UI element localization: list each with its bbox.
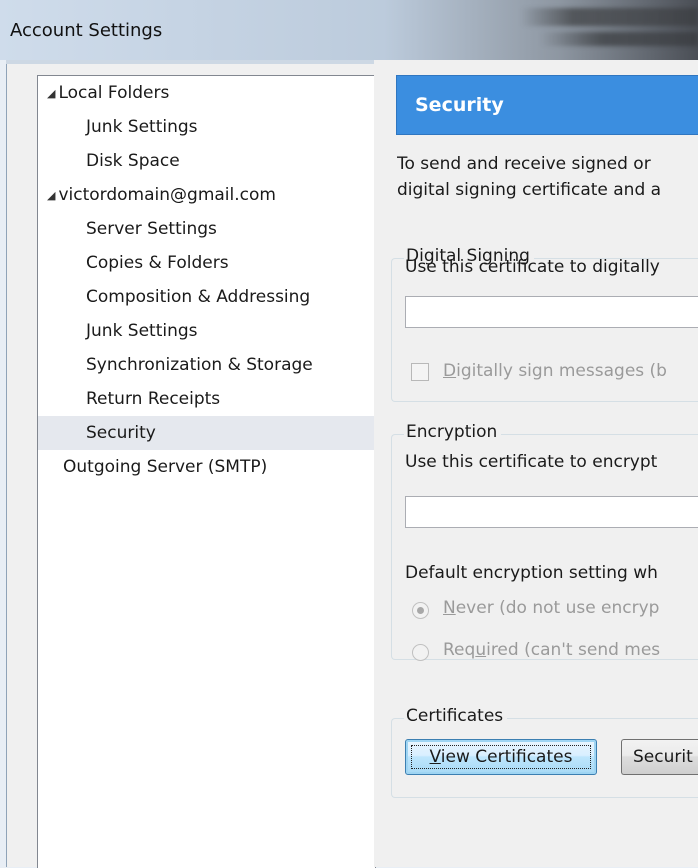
title-bar[interactable]: Account Settings bbox=[0, 0, 698, 60]
required-encrypt-label: Required (can't send mes bbox=[443, 640, 661, 660]
default-encryption-label: Default encryption setting wh bbox=[405, 563, 658, 583]
background-window-blur bbox=[520, 8, 698, 26]
window-title: Account Settings bbox=[10, 20, 163, 41]
tree-item-outgoing-server[interactable]: Outgoing Server (SMTP) bbox=[38, 450, 375, 484]
signing-cert-field[interactable] bbox=[405, 296, 698, 328]
encryption-legend: Encryption bbox=[404, 422, 502, 442]
tree-item-return-receipts[interactable]: Return Receipts bbox=[38, 382, 375, 416]
security-devices-button[interactable]: Securit bbox=[621, 739, 698, 775]
encryption-cert-label: Use this certificate to encrypt bbox=[405, 452, 658, 472]
required-encrypt-radio[interactable] bbox=[412, 644, 429, 661]
tree-item-copies-folders[interactable]: Copies & Folders bbox=[38, 246, 375, 280]
tree-item-disk-space[interactable]: Disk Space bbox=[38, 144, 375, 178]
digitally-sign-checkbox[interactable] bbox=[411, 363, 429, 381]
collapse-arrow-icon[interactable]: ◢ bbox=[47, 179, 55, 213]
background-window-blur bbox=[540, 32, 698, 46]
never-encrypt-label: Never (do not use encryp bbox=[443, 598, 660, 618]
tree-item-composition-addressing[interactable]: Composition & Addressing bbox=[38, 280, 375, 314]
tree-item-server-settings[interactable]: Server Settings bbox=[38, 212, 375, 246]
encryption-cert-field[interactable] bbox=[405, 496, 698, 528]
tree-item-junk-settings[interactable]: Junk Settings bbox=[38, 314, 375, 348]
account-tree[interactable]: ◢ Local Folders Junk Settings Disk Space … bbox=[37, 75, 376, 868]
tree-item-synchronization-storage[interactable]: Synchronization & Storage bbox=[38, 348, 375, 382]
tree-item-account[interactable]: ◢ victordomain@gmail.com bbox=[38, 178, 375, 212]
panel-header: Security bbox=[396, 75, 698, 135]
tree-item-junk-settings[interactable]: Junk Settings bbox=[38, 110, 375, 144]
certificates-legend: Certificates bbox=[404, 706, 508, 726]
tree-item-security[interactable]: Security bbox=[38, 416, 375, 450]
panel-description: To send and receive signed or digital si… bbox=[397, 154, 662, 200]
never-encrypt-radio[interactable] bbox=[412, 602, 429, 619]
digitally-sign-label: Digitally sign messages (b bbox=[443, 361, 667, 381]
collapse-arrow-icon[interactable]: ◢ bbox=[47, 77, 55, 111]
view-certificates-button[interactable]: View Certificates bbox=[405, 739, 597, 775]
signing-cert-label: Use this certificate to digitally bbox=[405, 257, 660, 277]
tree-item-local-folders[interactable]: ◢ Local Folders bbox=[38, 76, 375, 110]
